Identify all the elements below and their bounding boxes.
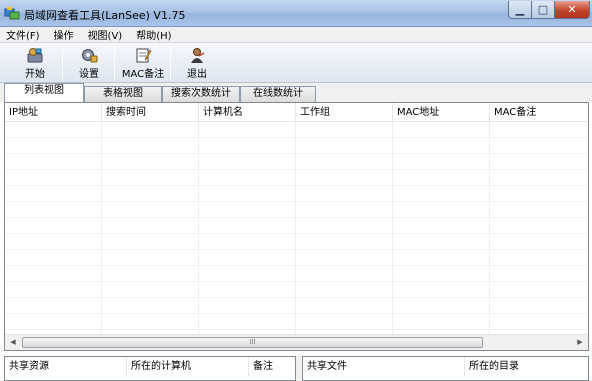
column-share-resource[interactable]: 共享资源 [5, 357, 127, 376]
exit-button[interactable]: 退出 [182, 45, 212, 81]
menu-operate[interactable]: 操作 [54, 27, 74, 42]
list-header: IP地址 搜索时间 计算机名 工作组 MAC地址 MAC备注 [5, 103, 588, 122]
menu-view[interactable]: 视图(V) [88, 27, 123, 42]
mac-note-label: MAC备注 [121, 69, 165, 80]
column-share-computer[interactable]: 所在的计算机 [127, 357, 249, 376]
mac-note-icon [136, 48, 152, 63]
exit-label: 退出 [187, 69, 207, 80]
window-title: 局域网查看工具(LanSee) V1.75 [24, 9, 186, 22]
start-icon [27, 48, 43, 63]
menu-bar: 文件(F) 操作 视图(V) 帮助(H) [0, 27, 592, 43]
toolbar-separator [62, 47, 63, 79]
files-panel[interactable]: 共享文件 所在的目录 [302, 356, 589, 381]
mac-note-button[interactable]: MAC备注 [120, 45, 166, 81]
tab-search-stats[interactable]: 搜索次数统计 [162, 86, 240, 102]
scroll-right-icon[interactable]: ▶ [572, 335, 588, 350]
host-list[interactable]: IP地址 搜索时间 计算机名 工作组 MAC地址 MAC备注 ◀ III ▶ [4, 102, 589, 351]
scroll-left-icon[interactable]: ◀ [5, 335, 21, 350]
scroll-thumb[interactable]: III [22, 337, 483, 348]
settings-icon [82, 49, 98, 63]
settings-label: 设置 [79, 69, 99, 80]
start-button[interactable]: 开始 [20, 45, 50, 81]
column-mac-address[interactable]: MAC地址 [393, 103, 490, 122]
column-ip[interactable]: IP地址 [5, 103, 102, 122]
column-share-note[interactable]: 备注 [249, 357, 295, 376]
exit-icon [191, 48, 205, 63]
toolbar-separator [170, 47, 171, 79]
list-body[interactable] [5, 122, 588, 335]
tab-table-view[interactable]: 表格视图 [84, 86, 162, 102]
column-mac-note[interactable]: MAC备注 [490, 103, 588, 122]
settings-button[interactable]: 设置 [74, 45, 104, 81]
tab-strip: 列表视图 表格视图 搜索次数统计 在线数统计 [0, 83, 592, 102]
toolbar-separator [114, 47, 115, 79]
app-icon [4, 7, 20, 20]
column-search-time[interactable]: 搜索时间 [102, 103, 199, 122]
menu-file[interactable]: 文件(F) [6, 27, 40, 42]
menu-help[interactable]: 帮助(H) [136, 27, 171, 42]
start-label: 开始 [25, 69, 45, 80]
tab-list-view[interactable]: 列表视图 [4, 83, 84, 102]
shares-panel[interactable]: 共享资源 所在的计算机 备注 [4, 356, 296, 381]
column-workgroup[interactable]: 工作组 [296, 103, 393, 122]
tab-online-stats[interactable]: 在线数统计 [240, 86, 316, 102]
column-computer-name[interactable]: 计算机名 [199, 103, 296, 122]
maximize-button[interactable]: □ [531, 1, 555, 19]
column-file-directory[interactable]: 所在的目录 [465, 357, 588, 376]
horizontal-scrollbar[interactable]: ◀ III ▶ [5, 334, 588, 350]
title-bar[interactable]: 局域网查看工具(LanSee) V1.75 ▁ □ ✕ [0, 0, 592, 27]
toolbar: 开始 设置 MAC备注 退出 [0, 43, 592, 83]
close-button[interactable]: ✕ [554, 1, 590, 19]
column-shared-file[interactable]: 共享文件 [303, 357, 465, 376]
minimize-button[interactable]: ▁ [508, 1, 532, 19]
